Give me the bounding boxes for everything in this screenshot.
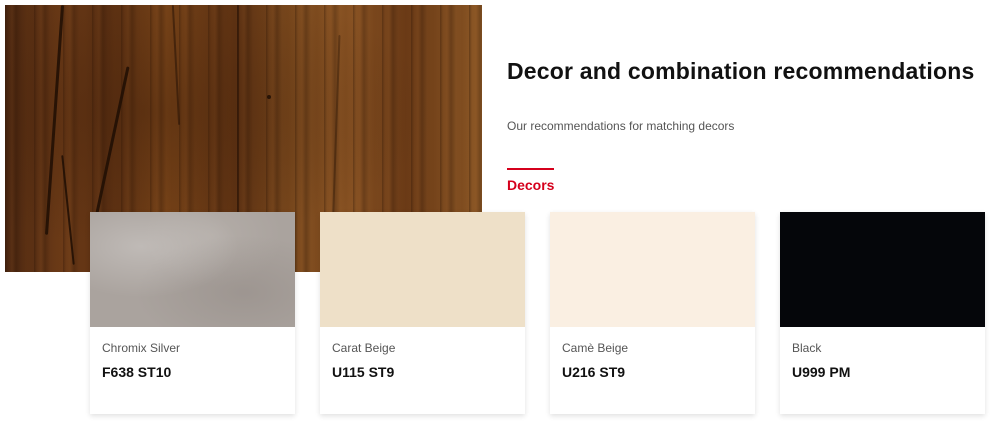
decor-card-carat-beige[interactable]: Carat Beige U115 ST9 — [320, 212, 525, 414]
decor-swatch — [90, 212, 295, 327]
decor-card-black[interactable]: Black U999 PM — [780, 212, 985, 414]
decor-swatch — [550, 212, 755, 327]
decor-name: Carat Beige — [332, 341, 396, 355]
tab-decors[interactable]: Decors — [507, 168, 555, 193]
decor-code: F638 ST10 — [102, 364, 172, 380]
decor-name: Camè Beige — [562, 341, 629, 355]
decor-swatch — [320, 212, 525, 327]
decor-code: U115 ST9 — [332, 364, 395, 380]
decor-card-list: Chromix Silver F638 ST10 Carat Beige U11… — [0, 212, 990, 422]
decor-card-chromix-silver[interactable]: Chromix Silver F638 ST10 — [90, 212, 295, 414]
decor-name: Chromix Silver — [102, 341, 181, 355]
decor-name: Black — [792, 341, 822, 355]
decor-code: U216 ST9 — [562, 364, 626, 380]
decor-code: U999 PM — [792, 364, 851, 380]
page-title: Decor and combination recommendations — [507, 58, 975, 84]
decor-card-came-beige[interactable]: Camè Beige U216 ST9 — [550, 212, 755, 414]
decor-swatch — [780, 212, 985, 327]
page-subtitle: Our recommendations for matching decors — [507, 119, 735, 133]
